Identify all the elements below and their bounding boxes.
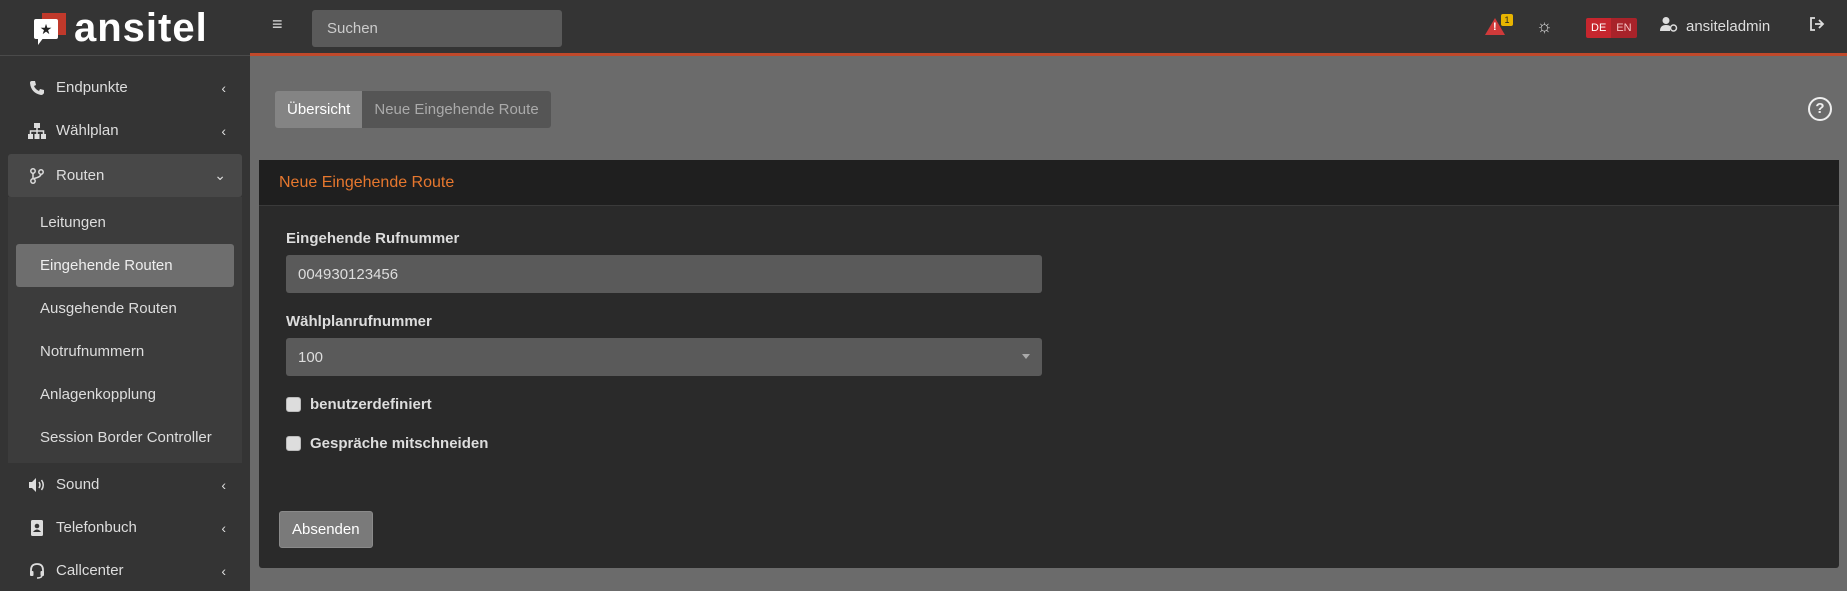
chevron-left-icon: ‹: [221, 122, 226, 139]
sidebar-item-sound[interactable]: Sound ‹: [8, 463, 242, 506]
code-branch-icon: [26, 167, 48, 184]
incoming-number-input[interactable]: 004930123456: [286, 255, 1042, 293]
topbar: ≡ ! 1 ☼ DE EN ansiteladmin: [250, 0, 1847, 56]
sidebar-nav: Endpunkte ‹ Wählplan ‹ Routen ⌄: [0, 66, 250, 197]
breadcrumb: Übersicht Neue Eingehende Route: [275, 91, 551, 128]
sidebar-item-label: Telefonbuch: [56, 519, 137, 536]
alert-count-badge: 1: [1501, 14, 1513, 26]
chevron-down-icon: ⌄: [214, 167, 226, 183]
custom-checkbox[interactable]: [286, 397, 301, 412]
lang-de-button[interactable]: DE: [1586, 18, 1612, 38]
theme-toggle-sun-icon[interactable]: ☼: [1536, 16, 1553, 37]
hamburger-menu-icon[interactable]: ≡: [272, 14, 283, 35]
incoming-number-value: 004930123456: [298, 265, 399, 283]
sidebar-item-eingehende-routen[interactable]: Eingehende Routen: [16, 244, 234, 287]
address-book-icon: [26, 519, 48, 536]
chevron-left-icon: ‹: [221, 519, 226, 536]
sidebar-item-notrufnummern[interactable]: Notrufnummern: [16, 330, 234, 373]
dialplan-number-select[interactable]: 100: [286, 338, 1042, 376]
sidebar-item-label: Sound: [56, 476, 100, 493]
sidebar: ★ ansitel Endpunkte ‹ Wählplan ‹ Routen …: [0, 0, 250, 591]
sidebar-item-label: Callcenter: [56, 562, 124, 579]
caret-down-icon: [1022, 354, 1030, 359]
custom-checkbox-label: benutzerdefiniert: [310, 396, 432, 413]
form-card: Neue Eingehende Route Eingehende Rufnumm…: [259, 160, 1839, 568]
sidebar-item-label: Wählplan: [56, 122, 119, 139]
breadcrumb-current: Neue Eingehende Route: [362, 91, 551, 128]
user-menu[interactable]: ansiteladmin: [1660, 16, 1770, 37]
sidebar-item-endpunkte[interactable]: Endpunkte ‹: [8, 66, 242, 109]
dialplan-number-label: Wählplanrufnummer: [286, 313, 432, 330]
sidebar-item-sbc[interactable]: Session Border Controller: [16, 416, 234, 459]
record-calls-label: Gespräche mitschneiden: [310, 435, 489, 452]
lang-en-button[interactable]: EN: [1611, 18, 1637, 38]
sidebar-item-label: Routen: [56, 167, 105, 184]
chevron-left-icon: ‹: [221, 562, 226, 579]
incoming-number-label: Eingehende Rufnummer: [286, 230, 460, 247]
submit-button[interactable]: Absenden: [279, 511, 373, 548]
sidebar-item-anlagenkopplung[interactable]: Anlagenkopplung: [16, 373, 234, 416]
user-cog-icon: [1660, 16, 1678, 37]
sidebar-item-label: Endpunkte: [56, 79, 128, 96]
sidebar-nav-lower: Sound ‹ Telefonbuch ‹ Callcenter ‹: [0, 463, 250, 591]
language-switch[interactable]: DE EN: [1586, 18, 1637, 38]
sitemap-icon: [26, 122, 48, 139]
custom-checkbox-row[interactable]: benutzerdefiniert: [286, 396, 1839, 413]
record-calls-checkbox[interactable]: [286, 436, 301, 451]
sidebar-item-callcenter[interactable]: Callcenter ‹: [8, 549, 242, 591]
sidebar-item-leitungen[interactable]: Leitungen: [16, 201, 234, 244]
card-title: Neue Eingehende Route: [259, 160, 1839, 206]
breadcrumb-overview-link[interactable]: Übersicht: [275, 91, 363, 128]
sidebar-item-routen[interactable]: Routen ⌄: [8, 154, 242, 197]
logout-icon[interactable]: [1809, 16, 1825, 37]
chevron-left-icon: ‹: [221, 79, 226, 96]
search-input[interactable]: [312, 10, 562, 47]
sidebar-item-waehlplan[interactable]: Wählplan ‹: [8, 109, 242, 152]
headset-icon: [26, 562, 48, 579]
volume-icon: [26, 477, 48, 493]
sidebar-item-telefonbuch[interactable]: Telefonbuch ‹: [8, 506, 242, 549]
dialplan-number-value: 100: [298, 348, 324, 366]
routen-submenu: Leitungen Eingehende Routen Ausgehende R…: [8, 197, 242, 463]
alert-icon[interactable]: ! 1: [1485, 14, 1513, 38]
brand[interactable]: ★ ansitel: [0, 0, 250, 56]
help-icon[interactable]: ?: [1808, 97, 1832, 121]
route-form: Eingehende Rufnummer 004930123456 Wählpl…: [259, 230, 1839, 452]
record-checkbox-row[interactable]: Gespräche mitschneiden: [286, 435, 1839, 452]
sidebar-item-ausgehende-routen[interactable]: Ausgehende Routen: [16, 287, 234, 330]
username: ansiteladmin: [1686, 18, 1771, 35]
phone-icon: [26, 80, 48, 96]
brand-name: ansitel: [74, 5, 208, 50]
ansitel-logo-icon: ★: [32, 9, 70, 47]
chevron-left-icon: ‹: [221, 476, 226, 493]
